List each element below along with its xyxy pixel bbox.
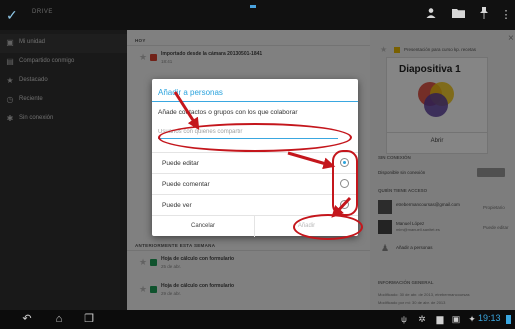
settings-icon: ✲ <box>418 314 426 324</box>
annotation-arrows <box>173 91 352 218</box>
back-icon[interactable]: ↶ <box>18 312 36 327</box>
battery-icon <box>506 315 511 324</box>
annotation-arrow-radio <box>287 151 336 170</box>
clock: 19:13 <box>478 313 501 323</box>
home-icon[interactable]: ⌂ <box>50 312 68 327</box>
annotation-arrow-input <box>173 91 200 131</box>
system-nav-bar: ↶ ⌂ ❐ ψ ✲ ▆ ▣ ✦ 19:13 <box>0 310 515 329</box>
annotation-arrow-add <box>331 196 352 218</box>
recent-apps-icon[interactable]: ❐ <box>80 312 98 327</box>
usb-icon: ψ <box>401 315 407 324</box>
